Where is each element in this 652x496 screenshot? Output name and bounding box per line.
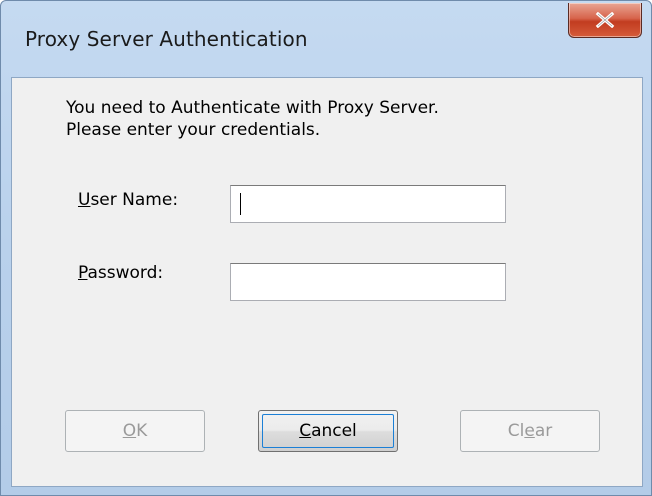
title-bar[interactable]: Proxy Server Authentication (1, 1, 651, 77)
window-title: Proxy Server Authentication (25, 27, 308, 51)
clear-button-prefix: Cl (507, 421, 525, 441)
ok-button[interactable]: OK (65, 410, 205, 452)
dialog-window: Proxy Server Authentication You need to … (0, 0, 652, 496)
username-label-accelerator: U (78, 190, 91, 210)
ok-button-label: K (136, 421, 148, 441)
clear-button-label: ar (534, 421, 553, 441)
close-button[interactable] (568, 3, 642, 38)
password-label-accelerator: P (78, 263, 88, 283)
cancel-button-label: ancel (311, 421, 357, 441)
password-label: Password: (78, 263, 163, 283)
cancel-button-accelerator: C (299, 421, 312, 441)
text-caret (240, 193, 241, 215)
close-x-icon (595, 12, 615, 28)
dialog-client-area: You need to Authenticate with Proxy Serv… (11, 77, 643, 487)
clear-button-accelerator: e (524, 421, 535, 441)
message-line-2: Please enter your credentials. (66, 120, 321, 140)
username-label-text: ser Name: (90, 190, 179, 210)
username-label: User Name: (78, 190, 178, 210)
clear-button[interactable]: Cl e ar (460, 410, 600, 452)
password-label-text: assword: (87, 263, 164, 283)
ok-button-accelerator: O (122, 421, 137, 441)
instruction-message: You need to Authenticate with Proxy Serv… (66, 97, 439, 141)
password-input[interactable] (230, 263, 506, 301)
message-line-1: You need to Authenticate with Proxy Serv… (66, 98, 439, 118)
cancel-button[interactable]: Cancel (258, 410, 398, 452)
username-input[interactable] (230, 185, 506, 223)
